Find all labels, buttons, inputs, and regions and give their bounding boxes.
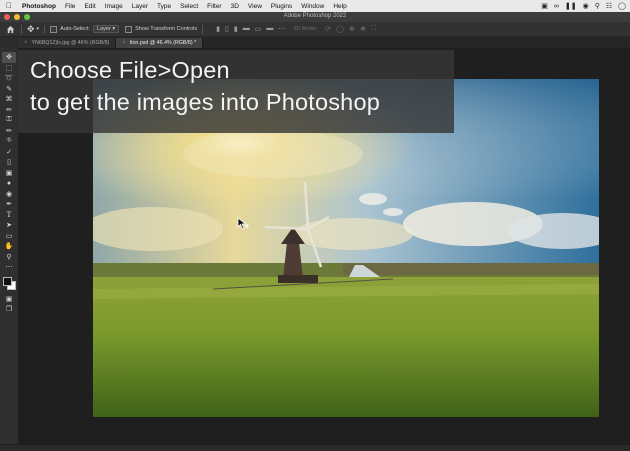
3d-pan-icon[interactable]: ✥ [349,25,355,33]
healing-icon[interactable]: ⚿ [2,115,16,126]
menu-edit[interactable]: Edit [84,3,95,10]
menu-window[interactable]: Window [301,3,324,10]
transform-controls-label: Show Transform Controls [135,26,198,32]
type-icon[interactable]: T [2,210,16,221]
move-icon[interactable]: ✥ [2,52,16,63]
control-center-icon[interactable]: ☷ [606,2,612,10]
marquee-icon[interactable]: ⬚ [2,63,16,74]
status-icons: ▣ ∞ ❚❚ ◉ ⚲ ☷ ◯ [541,0,626,12]
auto-select-dropdown[interactable]: Layer ▾ [93,25,120,33]
divider [202,24,204,34]
edit-toolbar-icon[interactable]: ⋯ [2,262,16,273]
move-cursor-icon [237,217,249,230]
menu-layer[interactable]: Layer [132,3,148,10]
screen-share-icon[interactable]: ▣ [541,2,548,10]
wifi-icon[interactable]: ◉ [583,2,589,10]
more-options-icon[interactable]: ⋯ [278,25,285,33]
lasso-icon[interactable]: ➰ [2,73,16,84]
auto-select-label: Auto-Select: [60,26,91,32]
menu-plugins[interactable]: Plugins [271,3,292,10]
menu-file[interactable]: File [65,3,75,10]
tutorial-caption: Choose File>Open to get the images into … [18,50,454,133]
3d-mode-icons: ⟳ ◯ ✥ ❖ ⛶ [325,25,376,33]
pause-icon[interactable]: ❚❚ [565,2,577,10]
search-icon[interactable]: ⚲ [595,2,600,10]
history-brush-icon[interactable]: ✓ [2,147,16,158]
window-title-bar: Adobe Photoshop 2022 [0,12,630,22]
3d-mode-label: 3D Mode: [293,26,318,32]
document-tabs: × YN6BQ1ZjIs.jpg @ 46% (RGB/8) × tlon.ps… [18,37,630,48]
3d-orbit-icon[interactable]: ⟳ [325,25,331,33]
menu-app-name[interactable]: Photoshop [22,3,56,10]
tab-label: YN6BQ1ZjIs.jpg @ 46% (RGB/8) [31,40,110,46]
window-title: Adobe Photoshop 2022 [283,13,347,19]
quick-select-icon[interactable]: ✎ [2,84,16,95]
stamp-icon[interactable]: ⛗ [2,136,16,147]
align-center-icon[interactable]: ▯ [225,25,229,33]
gradient-icon[interactable]: ▣ [2,168,16,179]
quick-mask-icon[interactable]: ▣ [2,294,16,305]
eraser-icon[interactable]: ▯ [2,157,16,168]
menu-filter[interactable]: Filter [207,3,221,10]
pen-icon[interactable]: ✒ [2,199,16,210]
menu-select[interactable]: Select [180,3,198,10]
transform-controls-checkbox[interactable] [125,25,133,33]
3d-roll-icon[interactable]: ◯ [336,25,344,33]
path-select-icon[interactable]: ➤ [2,220,16,231]
caption-line-2: to get the images into Photoshop [30,89,380,115]
menu-type[interactable]: Type [157,3,171,10]
apple-icon[interactable]:  [4,0,14,12]
siri-icon[interactable]: ◯ [618,2,626,10]
blur-icon[interactable]: ● [2,178,16,189]
align-left-icon[interactable]: ▮ [216,25,220,33]
menu-help[interactable]: Help [333,3,346,10]
color-swatches[interactable] [2,276,16,290]
tools-panel: … ✥ ⬚ ➰ ✎ ⌘ ✏ ⚿ ✏ ⛗ ✓ ▯ ▣ ● ◉ ✒ T ➤ ▭ ✋ … [0,48,19,450]
dodge-icon[interactable]: ◉ [2,189,16,200]
screen-mode-icon[interactable]: ❐ [2,304,16,315]
options-bar: ✥ ▾ Auto-Select: Layer ▾ Show Transform … [0,22,630,37]
shape-icon[interactable]: ▭ [2,231,16,242]
auto-select-value: Layer [97,26,111,32]
caption-line-1: Choose File>Open [30,57,230,83]
close-tab-icon[interactable]: × [122,40,126,46]
menu-view[interactable]: View [248,3,262,10]
zoom-icon[interactable]: ⚲ [2,252,16,263]
align-top-icon[interactable]: ▬ [243,25,250,33]
close-tab-icon[interactable]: × [24,40,28,46]
tab-label: tlon.psd @ 46.4% (RGB/8) * [129,40,197,46]
3d-slide-icon[interactable]: ❖ [360,25,366,33]
tab-document-1[interactable]: × YN6BQ1ZjIs.jpg @ 46% (RGB/8) [18,38,117,48]
move-tool-preset-icon[interactable]: ✥ [27,24,35,35]
home-icon[interactable] [4,23,16,35]
hand-icon[interactable]: ✋ [2,241,16,252]
crop-icon[interactable]: ⌘ [2,94,16,105]
menu-3d[interactable]: 3D [231,3,239,10]
auto-select-checkbox[interactable] [50,25,58,33]
creative-cloud-icon[interactable]: ∞ [554,3,559,10]
tab-document-2[interactable]: × tlon.psd @ 46.4% (RGB/8) * [116,38,204,48]
menu-image[interactable]: Image [105,3,123,10]
divider [44,24,46,34]
align-middle-icon[interactable]: ▭ [255,25,262,33]
chevron-down-icon[interactable]: ▾ [37,26,40,32]
brush-icon[interactable]: ✏ [2,126,16,137]
align-right-icon[interactable]: ▮ [234,25,238,33]
foreground-color-swatch[interactable] [3,276,12,286]
3d-scale-icon[interactable]: ⛶ [371,25,376,33]
divider [21,24,22,34]
align-bottom-icon[interactable]: ▬ [266,25,273,33]
eyedropper-icon[interactable]: ✏ [2,105,16,116]
align-icons: ▮ ▯ ▮ ▬ ▭ ▬ ⋯ [216,25,285,33]
